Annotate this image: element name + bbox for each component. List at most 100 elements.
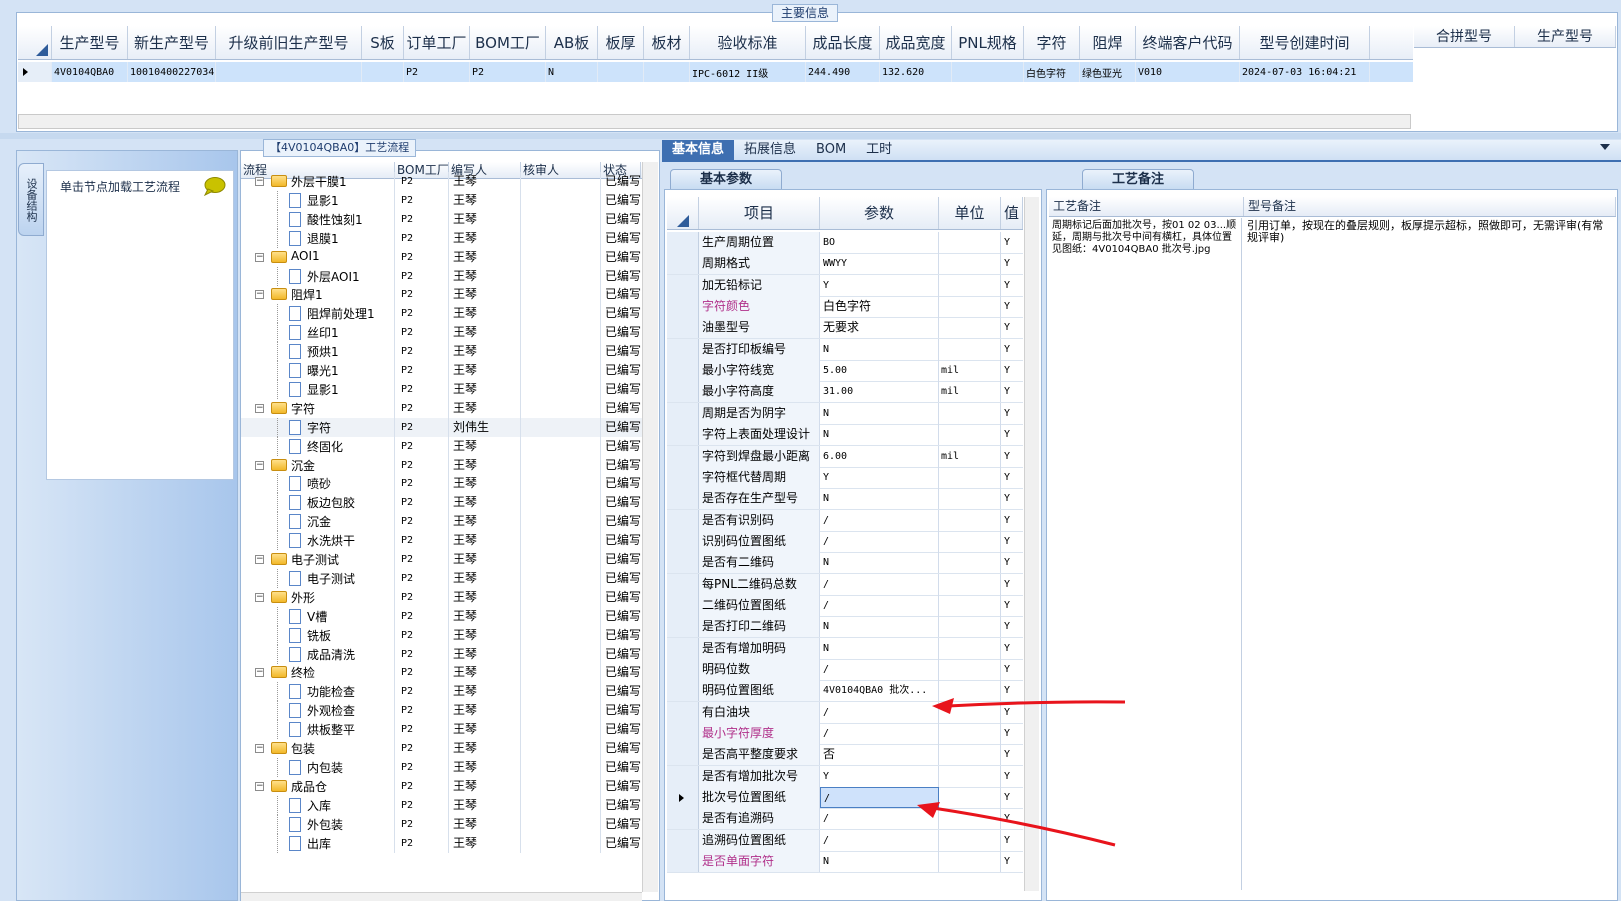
main-row-cell[interactable] [598,62,644,82]
param-row[interactable]: 是否打印板编号 N Y [667,338,1023,361]
main-row-cell[interactable]: 绿色亚光 [1080,62,1136,82]
tree-row[interactable]: − 外层干膜1 P2 王琴 已编写 [241,172,642,191]
main-header-cell[interactable]: BOM工厂 [470,26,546,59]
params-header-cell[interactable]: 值 [1001,197,1023,229]
param-row[interactable]: 字符颜色 白色字符 Y [667,296,1023,319]
param-row[interactable]: 是否高平整度要求否 Y [667,744,1023,767]
param-value[interactable]: / [820,723,939,745]
param-value[interactable]: N [820,851,939,873]
tree-row[interactable]: − 字符 P2 王琴 已编写 [241,398,642,418]
main-header-cell[interactable]: 成品宽度 [880,26,952,59]
tree-row[interactable]: 水洗烘干 P2 王琴 已编写 [241,531,642,551]
tree-row[interactable]: V槽 P2 王琴 已编写 [241,606,642,626]
main-header-cell[interactable]: PNL规格 [952,26,1024,59]
param-value[interactable]: 否 [820,744,939,766]
main-row-cell[interactable]: 白色字符 [1024,62,1080,82]
tree-row[interactable]: 退膜1 P2 王琴 已编写 [241,228,642,248]
tree-row[interactable]: − 沉金 P2 王琴 已编写 [241,455,642,475]
param-value[interactable]: / [820,701,939,723]
collapse-icon[interactable]: − [255,781,264,791]
param-row[interactable]: 明码位数 / Y [667,659,1023,681]
tree-row[interactable]: 出库 P2 王琴 已编写 [241,833,642,853]
param-row[interactable]: 是否存在生产型号 N Y [667,488,1023,511]
param-row[interactable]: 加无铅标记 Y Y [667,274,1023,297]
main-row-cell[interactable] [216,62,362,82]
collapse-icon[interactable]: − [255,555,264,564]
main-header-cell[interactable]: 生产型号 [52,26,128,59]
tree-row[interactable]: 板边包胶 P2 王琴 已编写 [241,493,642,513]
param-value[interactable]: / [820,530,939,552]
tab-3[interactable]: 工时 [856,140,902,160]
param-row[interactable]: 周期格式 WWYY Y [667,253,1023,276]
param-value[interactable]: / [820,659,939,680]
model-remark-text[interactable]: 引用订单，按现在的叠层规则，板厚提示超标，照做即可，无需评审(有常规评审) [1244,218,1614,890]
param-row[interactable]: 最小字符高度 31.00 mil Y [667,381,1023,404]
param-row[interactable]: 是否单面字符 N Y [667,851,1023,874]
param-value[interactable]: 4V0104QBA0 批次... [820,680,939,702]
param-row[interactable]: 是否打印二维码 N Y [667,616,1023,639]
tree-row[interactable]: 入库 P2 王琴 已编写 [241,795,642,815]
main-header-cell[interactable]: 升级前旧生产型号 [216,26,362,59]
tree-row[interactable]: − 电子测试 P2 王琴 已编写 [241,550,642,569]
tree-row[interactable]: − 终检 P2 王琴 已编写 [241,663,642,683]
main-grid-row[interactable]: 4V0104QBA0 10010400227034 P2 P2 N IPC-6012 II… [18,62,1413,82]
param-value[interactable]: N [820,402,939,424]
tree-row[interactable]: − 阻焊1 P2 王琴 已编写 [241,285,642,305]
params-vscrollbar[interactable] [1024,197,1039,891]
param-row[interactable]: 最小字符厚度 / Y [667,723,1023,746]
param-value[interactable]: / [820,594,939,616]
param-row[interactable]: 字符框代替周期 Y Y [667,466,1023,489]
collapse-icon[interactable]: − [255,744,264,753]
process-tree-vscrollbar[interactable] [642,162,658,892]
main-row-cell[interactable] [362,62,404,82]
param-value[interactable]: 6.00 [820,445,939,467]
tree-row[interactable]: 显影1 P2 王琴 已编写 [241,190,642,210]
horizontal-splitter[interactable] [0,133,1621,139]
main-header-cell[interactable]: 字符 [1024,26,1080,59]
param-value[interactable]: N [820,616,939,638]
tree-row[interactable]: 喷砂 P2 王琴 已编写 [241,474,642,494]
param-value[interactable]: 5.00 [820,360,939,382]
param-value[interactable]: 31.00 [820,381,939,403]
main-grid-hscrollbar[interactable] [18,114,1411,129]
tree-row[interactable]: 外观检查 P2 王琴 已编写 [241,701,642,721]
param-value[interactable]: BO [820,232,939,253]
params-header-cell[interactable]: 项目 [699,197,820,229]
main-row-cell[interactable]: 10010400227034 [128,62,216,82]
tree-row[interactable]: 酸性蚀刻1 P2 王琴 已编写 [241,209,642,229]
main-row-cell[interactable]: 132.620 [880,62,952,82]
params-header-cell[interactable]: 单位 [939,197,1001,229]
main-header-cell[interactable]: S板 [362,26,404,59]
merge-header-cell[interactable]: 生产型号 [1515,26,1616,47]
tree-row[interactable]: 显影1 P2 王琴 已编写 [241,379,642,399]
param-value[interactable]: Y [820,466,939,488]
subtab-process-remark[interactable]: 工艺备注 [1082,169,1194,189]
main-header-cell[interactable]: 验收标准 [690,26,806,59]
tab-1[interactable]: 拓展信息 [734,140,806,160]
tree-row[interactable]: 丝印1 P2 王琴 已编写 [241,323,642,343]
tree-row[interactable]: 外层AOI1 P2 王琴 已编写 [241,266,642,286]
main-header-cell[interactable]: 终端客户代码 [1136,26,1240,59]
main-header-cell[interactable]: 新生产型号 [128,26,216,59]
param-value[interactable]: Y [820,274,939,296]
param-row[interactable]: 是否有增加批次号 Y Y [667,765,1023,788]
main-row-cell[interactable]: V010 [1136,62,1240,82]
tab-0[interactable]: 基本信息 [662,140,735,160]
param-row[interactable]: 识别码位置图纸 / Y [667,530,1023,553]
main-row-cell[interactable]: IPC-6012 II级 [690,62,806,82]
tree-row[interactable]: − 包装 P2 王琴 已编写 [241,739,642,758]
collapse-icon[interactable]: − [255,177,264,186]
param-value[interactable]: 无要求 [820,317,939,339]
param-row[interactable]: 字符到焊盘最小距离 6.00 mil Y [667,445,1023,468]
main-row-cell[interactable] [644,62,690,82]
param-row[interactable]: 生产周期位置 BO Y [667,232,1023,254]
tree-row[interactable]: − 成品仓 P2 王琴 已编写 [241,776,642,796]
main-row-cell[interactable]: P2 [470,62,546,82]
param-row[interactable]: 是否有识别码 / Y [667,509,1023,532]
params-header-cell[interactable]: 参数 [820,197,939,229]
collapse-icon[interactable]: − [255,668,264,678]
tree-row[interactable]: − 外形 P2 王琴 已编写 [241,587,642,607]
param-row[interactable]: 二维码位置图纸 / Y [667,594,1023,617]
tree-row[interactable]: 成品清洗 P2 王琴 已编写 [241,644,642,664]
main-row-cell[interactable]: P2 [404,62,470,82]
